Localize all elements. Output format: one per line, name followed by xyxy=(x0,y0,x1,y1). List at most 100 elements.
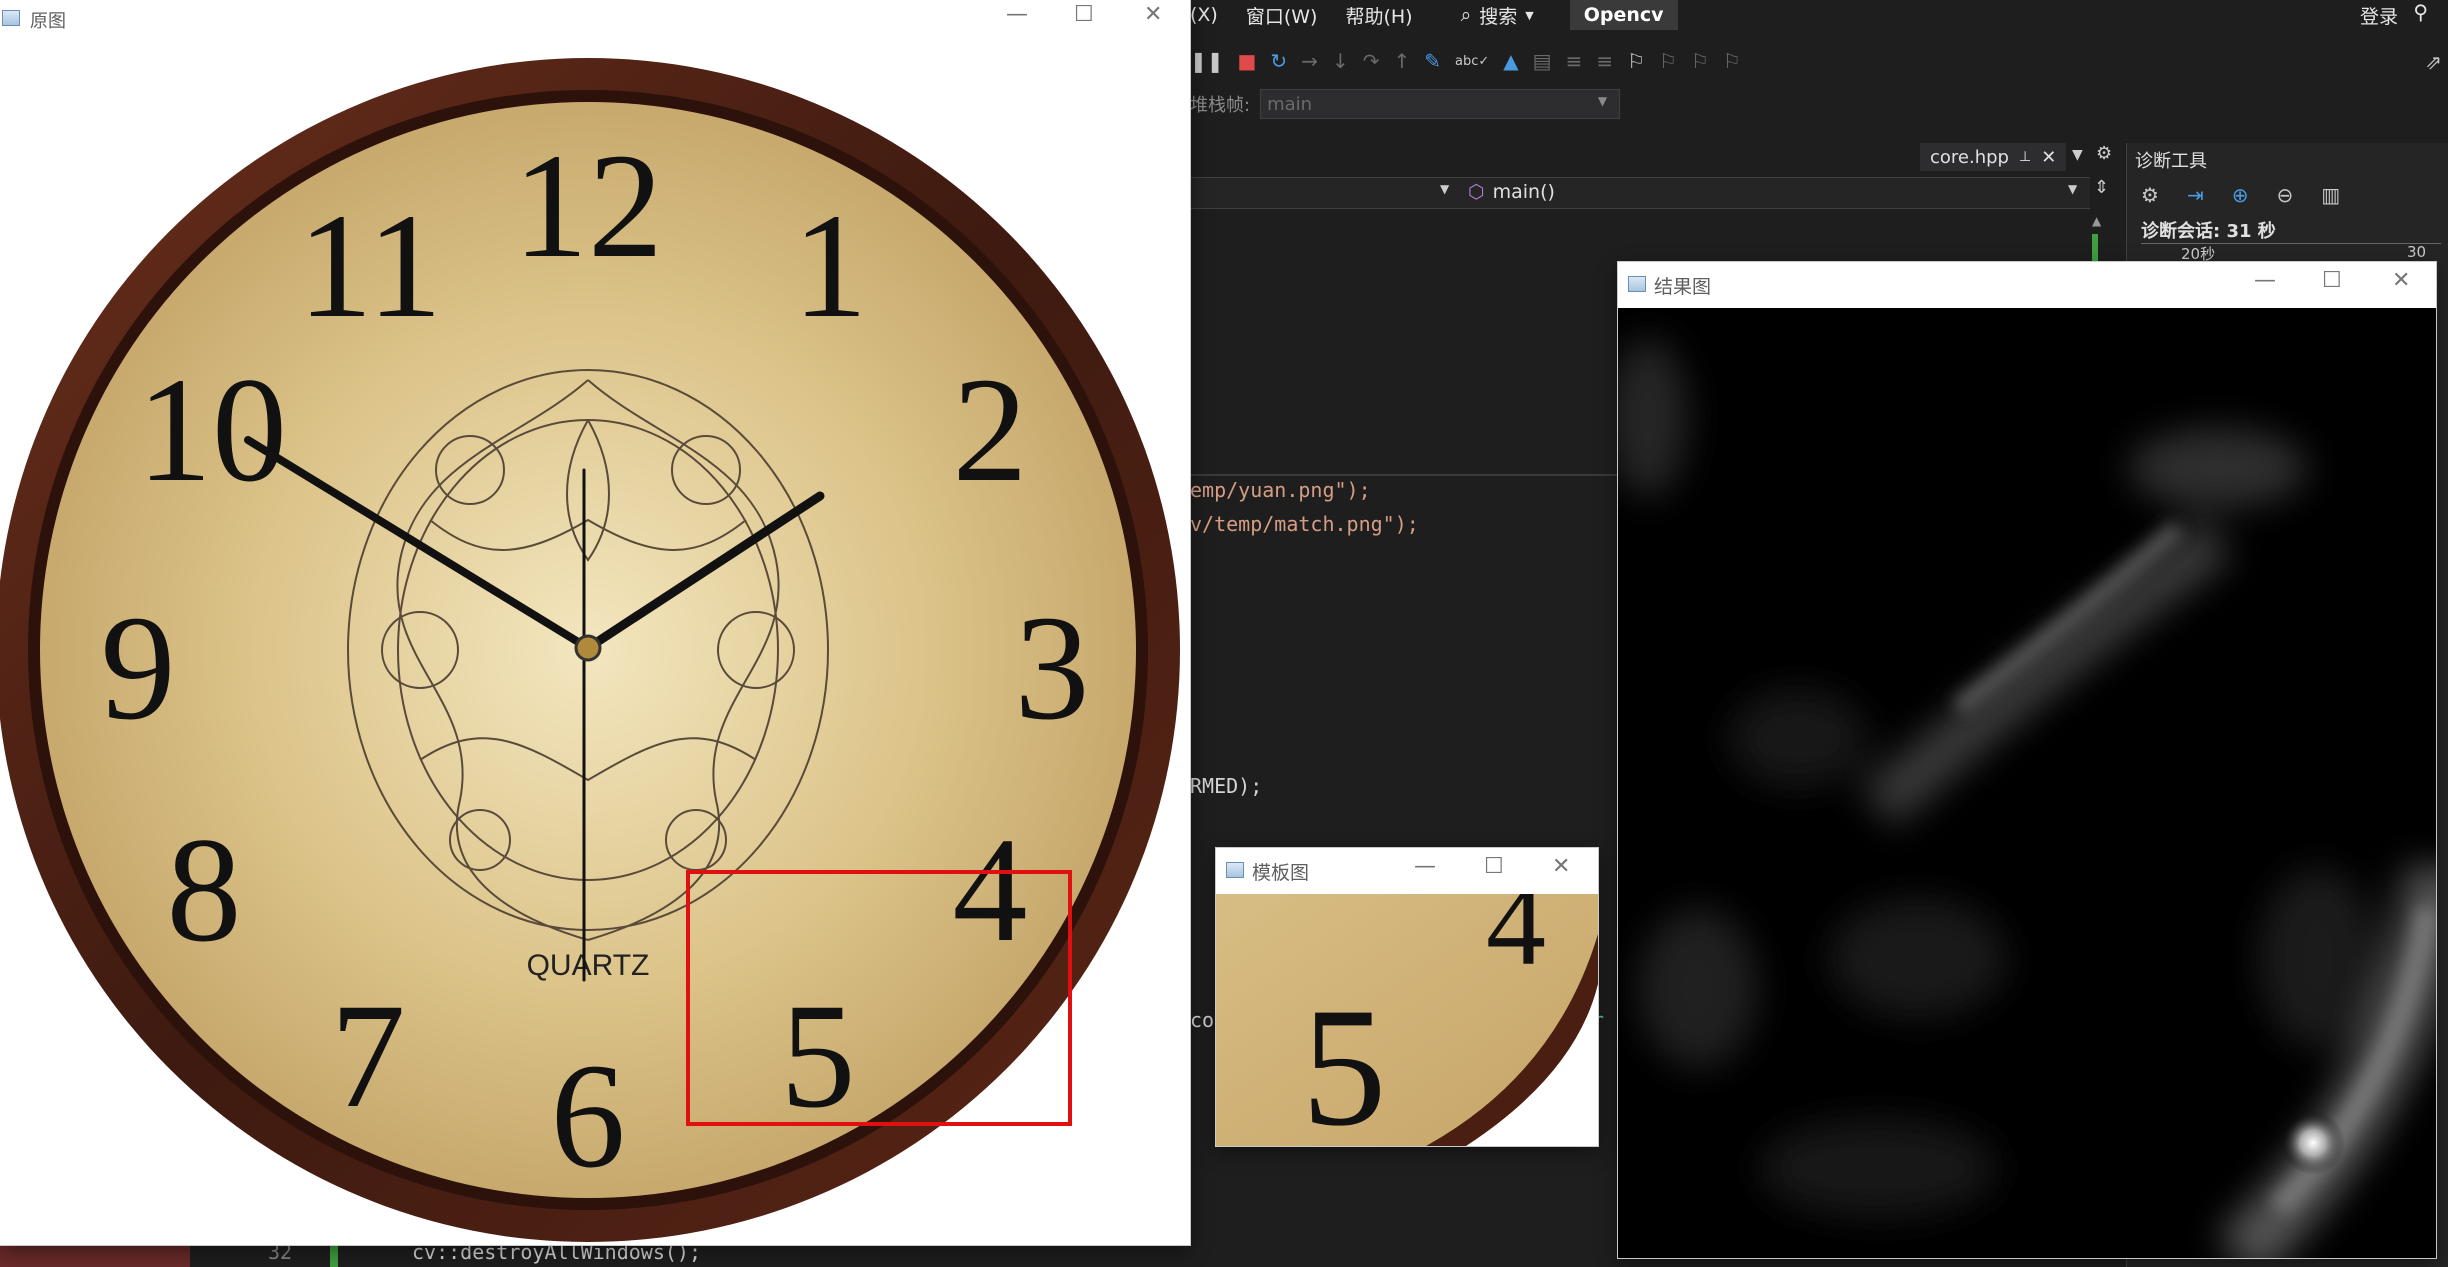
stop-icon[interactable]: ■ xyxy=(1238,49,1257,73)
timeline-tick: 20秒 xyxy=(2181,245,2216,263)
pin-icon[interactable]: ⊥ xyxy=(2019,149,2031,165)
window-title: 模板图 xyxy=(1252,862,1310,884)
login-link[interactable]: 登录 xyxy=(2360,2,2398,29)
result-window: 结果图 — ☐ ✕ xyxy=(1618,262,2436,1258)
function-name: main() xyxy=(1492,181,1555,203)
clear-bookmarks-icon[interactable]: ⚐ xyxy=(1723,49,1741,73)
brand-label: QUARTZ xyxy=(527,949,650,982)
numeral-11: 11 xyxy=(298,183,442,349)
split-editor-icon[interactable]: ⇕ xyxy=(2094,177,2114,207)
close-icon[interactable]: ✕ xyxy=(1144,2,1162,27)
show-next-statement-icon[interactable]: → xyxy=(1301,49,1318,73)
settings-icon[interactable]: ⚙ xyxy=(2141,183,2159,207)
debug-toolbar: ❚❚ ■ ↻ → ↓ ↷ ↑ ✎ abc✓ ▲ ▤ ≡ ≡ ⚐ ⚐ ⚐ ⚐ xyxy=(1190,44,2448,78)
step-out-icon[interactable]: ↑ xyxy=(1393,49,1410,73)
account-icon[interactable]: ⚲ xyxy=(2413,0,2428,24)
menu-item-x[interactable]: (X) xyxy=(1190,4,1218,26)
close-icon[interactable]: ✕ xyxy=(2041,147,2056,168)
step-into-icon[interactable]: ↓ xyxy=(1332,49,1349,73)
code-line: RMED); xyxy=(1190,774,1263,798)
stack-frame-select[interactable]: main ▼ xyxy=(1260,89,1621,119)
scroll-up-icon[interactable]: ▲ xyxy=(2092,214,2101,228)
close-icon[interactable]: ✕ xyxy=(1552,854,1570,879)
window-icon xyxy=(1226,862,1244,878)
minimize-icon[interactable]: — xyxy=(2254,268,2276,293)
step-over-icon[interactable]: ↷ xyxy=(1363,49,1380,73)
maximize-icon[interactable]: ☐ xyxy=(1484,854,1504,879)
original-image: 12 1 2 3 4 5 6 7 8 9 10 11 QUARTZ xyxy=(0,38,1190,1245)
diagnostics-title: 诊断工具 xyxy=(2135,151,2207,172)
numeral-5: 5 xyxy=(781,973,856,1139)
spell-check-icon[interactable]: abc✓ xyxy=(1455,54,1489,69)
numeral-9: 9 xyxy=(101,585,176,751)
indent-icon[interactable]: ≡ xyxy=(1566,49,1583,73)
tab-label: core.hpp xyxy=(1930,146,2009,168)
numeral-10: 10 xyxy=(137,347,287,513)
project-badge[interactable]: Opencv xyxy=(1569,0,1678,30)
best-match-peak xyxy=(2281,1111,2345,1175)
close-icon[interactable]: ✕ xyxy=(2392,268,2410,293)
diagnostics-toolbar: ⚙ ⇥ ⊕ ⊖ ▥ xyxy=(2141,183,2340,207)
window-titlebar[interactable]: 结果图 — ☐ ✕ xyxy=(1618,262,2436,308)
hot-reload-icon[interactable]: ✎ xyxy=(1424,49,1441,73)
change-marker xyxy=(330,1242,338,1267)
maximize-icon[interactable]: ☐ xyxy=(1074,2,1094,27)
next-bookmark-icon[interactable]: ⚐ xyxy=(1691,49,1709,73)
numeral-4: 4 xyxy=(1486,894,1546,990)
menu-bar: (X) 窗口(W) 帮助(H) ⌕ 搜索 ▼ Opencv 登录 ⚲ xyxy=(1190,0,2448,30)
numeral-6: 6 xyxy=(551,1033,626,1199)
export-icon[interactable]: ⇥ xyxy=(2187,183,2204,207)
numeral-8: 8 xyxy=(167,807,242,973)
prev-bookmark-icon[interactable]: ⚐ xyxy=(1659,49,1677,73)
result-image xyxy=(1618,308,2436,1258)
window-titlebar[interactable]: 模板图 — ☐ ✕ xyxy=(1216,848,1598,894)
function-dropdown-icon[interactable]: ▼ xyxy=(2068,182,2077,196)
numeral-1: 1 xyxy=(793,183,868,349)
numeral-4: 4 xyxy=(953,807,1028,973)
window-titlebar[interactable]: 原图 — ☐ ✕ xyxy=(0,0,1190,38)
numeral-3: 3 xyxy=(1015,585,1090,751)
chart-icon[interactable]: ▥ xyxy=(2321,183,2340,207)
timeline-axis: 20秒 30秒 xyxy=(2141,243,2441,281)
cursor-icon[interactable]: ▲ xyxy=(1503,49,1518,73)
zoom-in-icon[interactable]: ⊕ xyxy=(2232,183,2249,207)
restart-icon[interactable]: ↻ xyxy=(1270,49,1287,73)
window-title: 原图 xyxy=(30,11,66,32)
toggle-icon[interactable]: ▤ xyxy=(1533,49,1552,73)
document-tab-strip: core.hpp ⊥ ✕ ▼ ⚙ xyxy=(1190,143,2114,171)
tab-core-hpp[interactable]: core.hpp ⊥ ✕ xyxy=(1920,143,2067,171)
hand-pivot xyxy=(574,634,602,662)
scope-dropdown-icon[interactable]: ▼ xyxy=(1440,182,1449,196)
numeral-5: 5 xyxy=(1302,973,1387,1146)
chevron-down-icon: ▼ xyxy=(1597,94,1608,108)
bookmark-icon[interactable]: ⚐ xyxy=(1627,49,1645,73)
stack-frame-label: 堆栈帧: xyxy=(1190,95,1251,116)
minimize-icon[interactable]: — xyxy=(1006,2,1028,27)
outdent-icon[interactable]: ≡ xyxy=(1596,49,1613,73)
clock-image: 12 1 2 3 4 5 6 7 8 9 10 11 QUARTZ xyxy=(0,58,1180,1242)
stack-frame-bar: 堆栈帧: main ▼ xyxy=(1190,88,1621,120)
numeral-12: 12 xyxy=(513,123,663,289)
template-crop: 4 5 xyxy=(1216,894,1598,1146)
zoom-out-icon[interactable]: ⊖ xyxy=(2276,183,2293,207)
search-box[interactable]: ⌕ 搜索 ▼ xyxy=(1461,2,1534,29)
pause-icon[interactable]: ❚❚ xyxy=(1190,49,1224,73)
tab-list-dropdown-icon[interactable]: ▼ xyxy=(2072,147,2083,163)
gear-icon[interactable]: ⚙ xyxy=(2096,143,2112,164)
function-selector[interactable]: ⬡ main() xyxy=(1468,181,1555,203)
share-icon[interactable]: ⇗ xyxy=(2425,50,2442,74)
code-line: co xyxy=(1190,1008,1215,1032)
match-heatmap xyxy=(1618,308,2436,1258)
search-label: 搜索 xyxy=(1479,5,1518,28)
numeral-2: 2 xyxy=(953,347,1028,513)
menu-item-help[interactable]: 帮助(H) xyxy=(1345,2,1412,29)
minimize-icon[interactable]: — xyxy=(1414,854,1436,879)
numeral-7: 7 xyxy=(331,973,406,1139)
menu-item-window[interactable]: 窗口(W) xyxy=(1246,2,1318,29)
stack-frame-value: main xyxy=(1267,93,1313,115)
template-window: 模板图 — ☐ ✕ 4 5 xyxy=(1216,848,1598,1146)
chevron-down-icon: ▼ xyxy=(1525,8,1534,22)
code-line: emp/yuan.png"); xyxy=(1190,478,1371,502)
maximize-icon[interactable]: ☐ xyxy=(2322,268,2342,293)
function-icon: ⬡ xyxy=(1468,181,1485,203)
